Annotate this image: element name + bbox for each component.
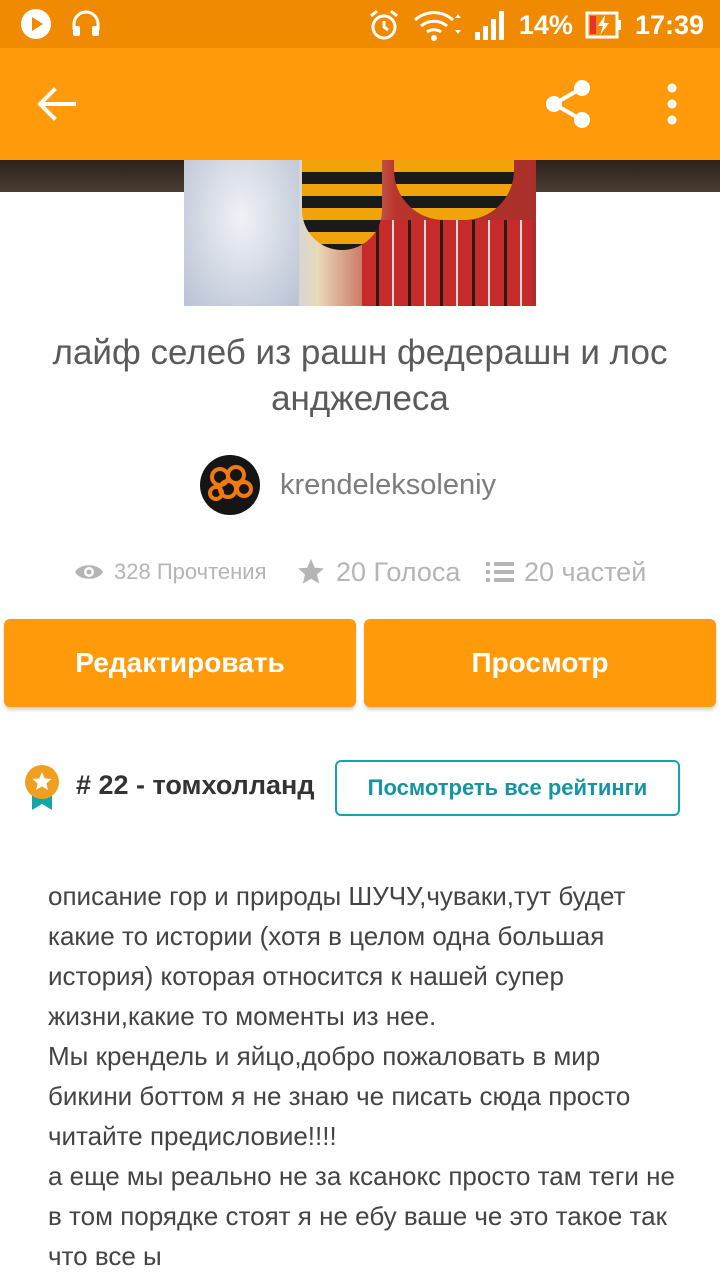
author-row[interactable]: krendeleksoleniy — [200, 454, 496, 516]
votes-stat: 20 Голоса — [296, 550, 460, 594]
avatar[interactable] — [200, 455, 260, 515]
alarm-icon — [369, 9, 398, 40]
description-paragraph: описание гор и природы ШУЧУ,чуваки,тут б… — [48, 881, 626, 1031]
eye-icon — [75, 565, 103, 579]
ranking-row: # 22 - томхолланд Посмотреть все рейтинг… — [0, 760, 720, 816]
wifi-icon — [413, 11, 461, 41]
list-icon — [486, 562, 514, 582]
votes-count: 20 Голоса — [336, 556, 461, 587]
story-title: лайф селеб из рашн федерашн и лос анджел… — [52, 333, 668, 418]
edit-button[interactable]: Редактировать — [4, 619, 356, 707]
back-arrow-icon[interactable] — [34, 82, 78, 126]
star-icon — [298, 559, 324, 584]
status-bar: 14% 17:39 — [0, 0, 720, 48]
app-bar — [0, 48, 720, 160]
battery-charging-icon — [585, 11, 621, 39]
story-cover-image[interactable] — [184, 160, 536, 306]
share-icon[interactable] — [542, 78, 594, 130]
story-description: описание гор и природы ШУЧУ,чуваки,тут б… — [48, 876, 688, 1276]
headset-icon — [72, 10, 100, 36]
medal-icon — [25, 765, 59, 810]
clock: 17:39 — [634, 9, 704, 40]
rank-label: # 22 - томхолланд — [76, 770, 315, 800]
more-vert-icon[interactable] — [656, 82, 688, 126]
reads-stat: 328 Прочтения — [74, 550, 267, 594]
play-icon — [21, 9, 51, 39]
description-paragraph: Мы крендель и яйцо,добро пожаловать в ми… — [48, 1041, 631, 1151]
parts-count: 20 частей — [524, 556, 647, 587]
view-all-rankings-button[interactable]: Посмотреть все рейтинги — [335, 760, 680, 816]
story-stats: 328 Прочтения 20 Голоса 20 частей — [0, 550, 720, 594]
signal-icon — [474, 11, 504, 40]
description-paragraph: а еще мы реально не за ксанокс просто та… — [48, 1161, 675, 1271]
battery-percent: 14% — [518, 9, 573, 40]
reads-count: 328 Прочтения — [114, 559, 267, 584]
view-button[interactable]: Просмотр — [364, 619, 716, 707]
author-name[interactable]: krendeleksoleniy — [280, 469, 496, 502]
parts-stat: 20 частей — [486, 550, 646, 594]
